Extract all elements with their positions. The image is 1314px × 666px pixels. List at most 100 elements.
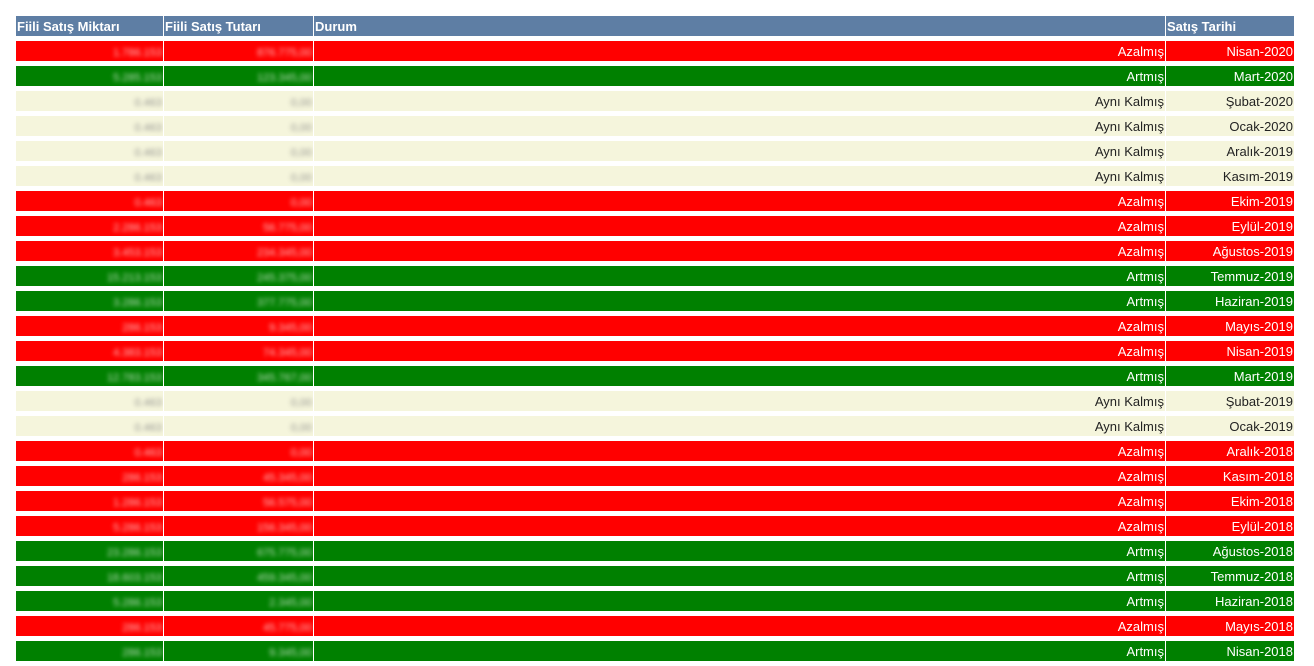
cell-qty: 286.153 [16, 316, 164, 336]
header-date[interactable]: Satış Tarihi [1166, 16, 1294, 36]
cell-amount-value: 0,00 [290, 96, 312, 109]
cell-status: Artmış [314, 566, 1166, 586]
cell-date: Şubat-2019 [1166, 391, 1294, 411]
table-row[interactable]: 5.285.153 123.345,00 Artmış Mart-2020 [16, 66, 1294, 86]
cell-qty: 0.463 [16, 116, 164, 136]
table-row[interactable]: 12.783.153 345.767,00 Artmış Mart-2019 [16, 366, 1294, 386]
table-row[interactable]: 0.463 0,00 Azalmış Aralık-2018 [16, 441, 1294, 461]
cell-qty-value: 3.453.153 [113, 246, 162, 259]
table-row[interactable]: 3.453.153 234.345,00 Azalmış Ağustos-2019 [16, 241, 1294, 261]
cell-qty: 0.463 [16, 391, 164, 411]
cell-qty: 5.286.153 [16, 591, 164, 611]
table-row[interactable]: 0.463 0,00 Aynı Kalmış Kasım-2019 [16, 166, 1294, 186]
cell-date: Mart-2019 [1166, 366, 1294, 386]
cell-qty-value: 1.786.153 [113, 46, 162, 59]
cell-amount: 74.345,00 [164, 341, 314, 361]
cell-status: Azalmış [314, 616, 1166, 636]
cell-qty-value: 286.153 [122, 646, 162, 659]
cell-qty: 0.463 [16, 416, 164, 436]
table-body: 1.786.153 876.775,00 Azalmış Nisan-2020 5.28… [16, 41, 1294, 661]
cell-status: Azalmış [314, 341, 1166, 361]
table-row[interactable]: 4.383.153 74.345,00 Azalmış Nisan-2019 [16, 341, 1294, 361]
cell-amount-value: 0,00 [290, 421, 312, 434]
table-row[interactable]: 0.463 0,00 Aynı Kalmış Şubat-2020 [16, 91, 1294, 111]
cell-amount: 45.345,00 [164, 466, 314, 486]
table-row[interactable]: 286.153 9.345,00 Artmış Nisan-2018 [16, 641, 1294, 661]
cell-qty: 1.786.153 [16, 41, 164, 61]
table-row[interactable]: 18.603.153 459.345,00 Artmış Temmuz-2018 [16, 566, 1294, 586]
table-row[interactable]: 0.463 0,00 Aynı Kalmış Aralık-2019 [16, 141, 1294, 161]
table-row[interactable]: 0.463 0,00 Aynı Kalmış Ocak-2019 [16, 416, 1294, 436]
table-row[interactable]: 0.463 0,00 Aynı Kalmış Ocak-2020 [16, 116, 1294, 136]
cell-qty: 12.783.153 [16, 366, 164, 386]
cell-date: Ağustos-2018 [1166, 541, 1294, 561]
cell-amount: 56.575,00 [164, 491, 314, 511]
cell-qty-value: 5.285.153 [113, 71, 162, 84]
cell-status: Azalmış [314, 491, 1166, 511]
cell-amount: 675.775,00 [164, 541, 314, 561]
cell-status: Artmış [314, 291, 1166, 311]
cell-amount-value: 459.345,00 [256, 571, 312, 584]
cell-qty-value: 0.463 [134, 96, 162, 109]
table-row[interactable]: 15.213.153 245.375,00 Artmış Temmuz-2019 [16, 266, 1294, 286]
cell-date: Haziran-2019 [1166, 291, 1294, 311]
table-row[interactable]: 1.786.153 876.775,00 Azalmış Nisan-2020 [16, 41, 1294, 61]
cell-amount-value: 0,00 [290, 396, 312, 409]
cell-amount: 0,00 [164, 141, 314, 161]
cell-date: Mayıs-2019 [1166, 316, 1294, 336]
cell-qty: 5.285.153 [16, 66, 164, 86]
cell-qty-value: 0.463 [134, 421, 162, 434]
cell-amount-value: 675.775,00 [256, 546, 312, 559]
cell-qty-value: 0.463 [134, 171, 162, 184]
cell-date: Aralık-2019 [1166, 141, 1294, 161]
cell-amount-value: 0,00 [290, 146, 312, 159]
table-row[interactable]: 286.153 9.345,00 Azalmış Mayıs-2019 [16, 316, 1294, 336]
cell-qty-value: 4.383.153 [113, 346, 162, 359]
cell-status: Azalmış [314, 441, 1166, 461]
cell-date: Mart-2020 [1166, 66, 1294, 86]
cell-date: Ocak-2020 [1166, 116, 1294, 136]
cell-qty-value: 0.463 [134, 196, 162, 209]
cell-amount: 0,00 [164, 441, 314, 461]
header-amount[interactable]: Fiili Satış Tutarı [164, 16, 314, 36]
table-row[interactable]: 286.153 45.345,00 Azalmış Kasım-2018 [16, 466, 1294, 486]
table-row[interactable]: 5.286.153 2.345,00 Artmış Haziran-2018 [16, 591, 1294, 611]
table-row[interactable]: 0.463 0,00 Azalmış Ekim-2019 [16, 191, 1294, 211]
cell-qty-value: 286.153 [122, 621, 162, 634]
table-row[interactable]: 23.286.153 675.775,00 Artmış Ağustos-2018 [16, 541, 1294, 561]
table-row[interactable]: 286.153 45.775,00 Azalmış Mayıs-2018 [16, 616, 1294, 636]
cell-amount-value: 74.345,00 [263, 346, 312, 359]
cell-status: Azalmış [314, 216, 1166, 236]
cell-qty-value: 1.286.153 [113, 496, 162, 509]
cell-amount-value: 9.345,00 [269, 646, 312, 659]
cell-amount-value: 9.345,00 [269, 321, 312, 334]
cell-amount-value: 0,00 [290, 196, 312, 209]
table-row[interactable]: 0.463 0,00 Aynı Kalmış Şubat-2019 [16, 391, 1294, 411]
table-row[interactable]: 2.286.153 56.775,00 Azalmış Eylül-2019 [16, 216, 1294, 236]
cell-qty: 286.153 [16, 641, 164, 661]
cell-qty-value: 18.603.153 [106, 571, 162, 584]
table-row[interactable]: 3.286.153 377.775,00 Artmış Haziran-2019 [16, 291, 1294, 311]
table-header-row: Fiili Satış Miktarı Fiili Satış Tutarı D… [16, 16, 1294, 36]
cell-amount-value: 45.775,00 [263, 621, 312, 634]
cell-status: Artmış [314, 541, 1166, 561]
header-qty[interactable]: Fiili Satış Miktarı [16, 16, 164, 36]
cell-date: Nisan-2018 [1166, 641, 1294, 661]
sales-table: Fiili Satış Miktarı Fiili Satış Tutarı D… [16, 11, 1294, 666]
cell-status: Azalmış [314, 316, 1166, 336]
cell-status: Aynı Kalmış [314, 391, 1166, 411]
cell-date: Ağustos-2019 [1166, 241, 1294, 261]
cell-amount-value: 0,00 [290, 121, 312, 134]
cell-amount: 0,00 [164, 91, 314, 111]
cell-qty: 5.286.153 [16, 516, 164, 536]
cell-amount: 876.775,00 [164, 41, 314, 61]
header-status[interactable]: Durum [314, 16, 1166, 36]
cell-date: Haziran-2018 [1166, 591, 1294, 611]
cell-status: Azalmış [314, 41, 1166, 61]
table-row[interactable]: 1.286.153 56.575,00 Azalmış Ekim-2018 [16, 491, 1294, 511]
cell-date: Ocak-2019 [1166, 416, 1294, 436]
cell-amount: 56.775,00 [164, 216, 314, 236]
table-row[interactable]: 5.286.153 156.345,00 Azalmış Eylül-2018 [16, 516, 1294, 536]
cell-status: Artmış [314, 591, 1166, 611]
cell-amount-value: 56.775,00 [263, 221, 312, 234]
